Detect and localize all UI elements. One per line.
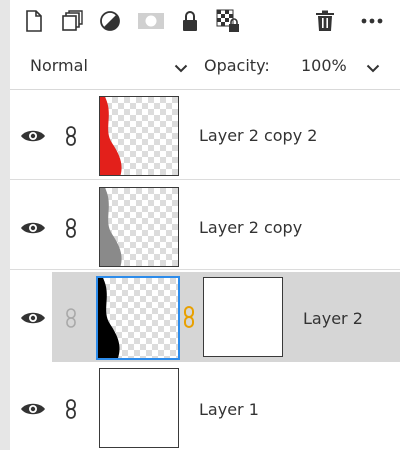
panel-left-edge — [0, 0, 10, 450]
blend-opacity-row: Normal Opacity: 100% — [10, 46, 400, 88]
link-icon[interactable] — [65, 126, 77, 146]
layer-name[interactable]: Layer 2 copy 2 — [199, 126, 317, 145]
layer-name[interactable]: Layer 1 — [199, 400, 259, 419]
link-icon[interactable] — [65, 399, 77, 419]
group-layers-icon[interactable] — [60, 8, 84, 34]
layer-row[interactable]: Layer 2 copy 2 — [10, 92, 400, 180]
divider — [10, 179, 400, 180]
mask-link-icon[interactable] — [183, 306, 195, 328]
adjustment-layer-icon[interactable] — [98, 8, 122, 34]
eye-icon[interactable] — [20, 220, 46, 236]
lock-icon[interactable] — [178, 8, 202, 34]
layer-name[interactable]: Layer 2 copy — [199, 218, 302, 237]
chevron-down-icon[interactable] — [366, 58, 380, 77]
lock-transparency-icon[interactable] — [216, 8, 240, 34]
more-icon[interactable] — [360, 8, 384, 34]
opacity-label: Opacity: — [204, 56, 270, 75]
eye-icon[interactable] — [20, 128, 46, 144]
new-layer-icon[interactable] — [22, 8, 46, 34]
eye-icon[interactable] — [20, 401, 46, 417]
link-icon-disabled[interactable] — [65, 308, 77, 328]
opacity-input[interactable]: 100% — [301, 56, 347, 75]
layer-thumbnail[interactable] — [99, 368, 179, 448]
layers-panel: Normal Opacity: 100% Layer 2 copy 2 Laye… — [0, 0, 400, 451]
layer-row[interactable]: Layer 1 — [10, 363, 400, 451]
link-icon[interactable] — [65, 218, 77, 238]
layer-mask-thumbnail[interactable] — [203, 277, 283, 357]
layer-name[interactable]: Layer 2 — [303, 309, 363, 328]
divider — [10, 89, 400, 90]
chevron-down-icon[interactable] — [174, 58, 188, 77]
layers-toolbar — [10, 0, 400, 44]
layer-thumbnail-active[interactable] — [96, 276, 180, 360]
layer-thumbnail[interactable] — [99, 187, 179, 267]
delete-icon[interactable] — [313, 8, 337, 34]
add-mask-icon[interactable] — [136, 8, 166, 34]
blend-mode-select[interactable]: Normal — [30, 56, 88, 75]
divider — [10, 269, 400, 270]
layer-thumbnail[interactable] — [99, 96, 179, 176]
layer-row[interactable]: Layer 2 copy — [10, 182, 400, 270]
layer-row-selected[interactable]: Layer 2 — [10, 272, 400, 362]
eye-icon[interactable] — [20, 310, 46, 326]
